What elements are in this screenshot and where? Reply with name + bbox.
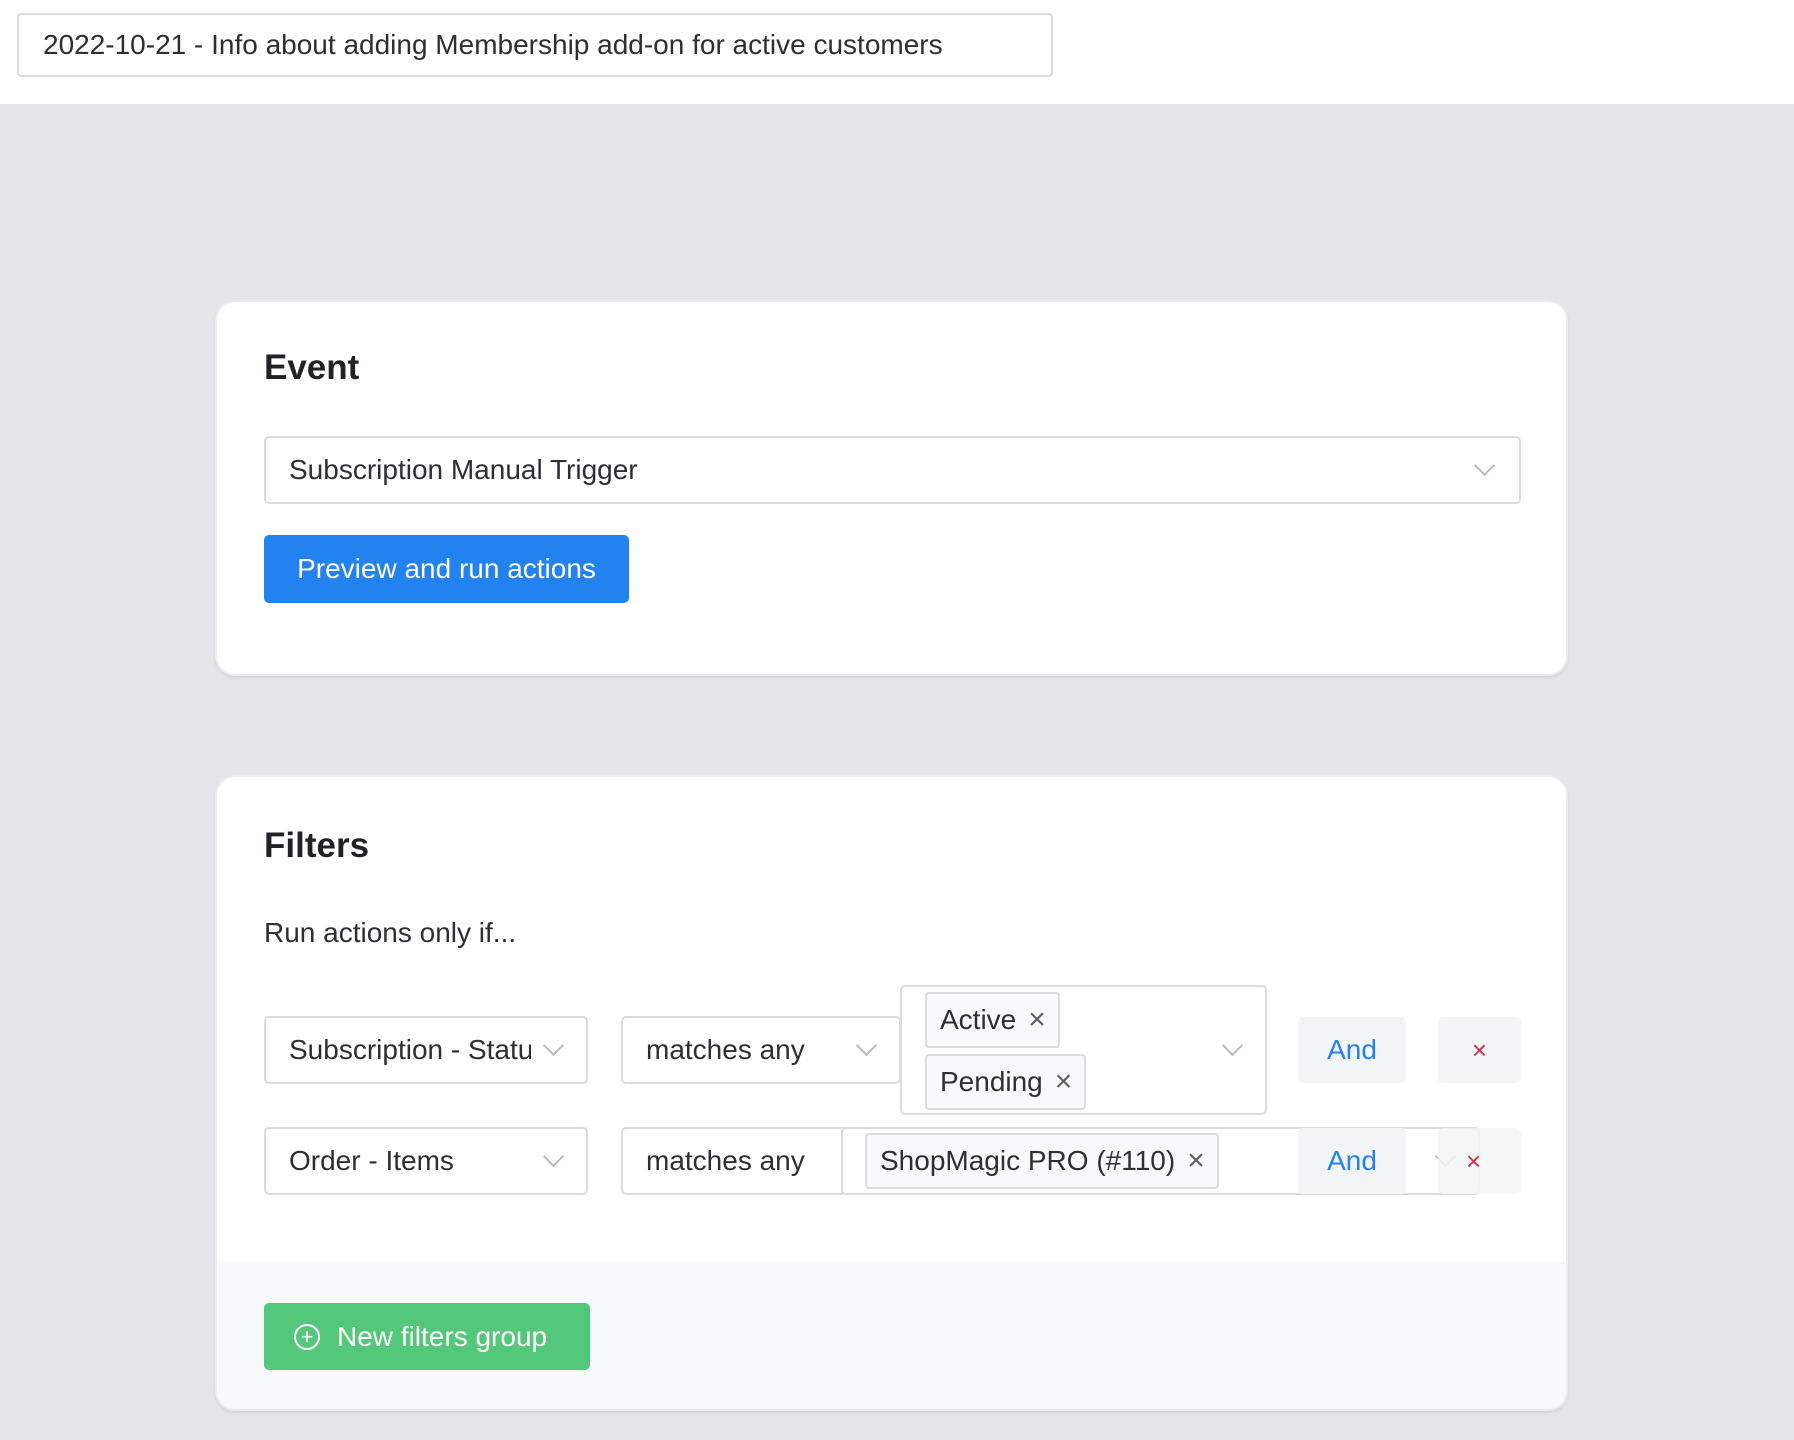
remove-tag-icon[interactable]: × [1187, 1146, 1205, 1176]
top-bar [0, 0, 1794, 104]
automation-title-input[interactable] [17, 13, 1053, 77]
event-select[interactable]: Subscription Manual Trigger [264, 436, 1521, 504]
and-button[interactable]: And [1298, 1128, 1406, 1194]
filter-operator-select[interactable]: matches any [621, 1016, 901, 1084]
chevron-down-icon [542, 1145, 565, 1168]
remove-filter-button[interactable]: × [1438, 1128, 1521, 1194]
remove-tag-icon[interactable]: × [1055, 1067, 1073, 1097]
filter-values-multiselect[interactable]: Active × Pending × [900, 985, 1267, 1115]
value-tag: Active × [925, 992, 1060, 1048]
filter-field-value: Order - Items [289, 1145, 454, 1176]
filters-subtitle: Run actions only if... [264, 917, 517, 948]
filters-footer: + New filters group [217, 1262, 1566, 1409]
filter-operator-select[interactable]: matches any [621, 1127, 851, 1195]
filter-field-value: Subscription - Status [289, 1034, 531, 1065]
filter-field-select[interactable]: Subscription - Status [264, 1016, 588, 1084]
plus-circle-icon: + [294, 1323, 320, 1350]
chevron-down-icon [855, 1034, 878, 1057]
event-card: Event Subscription Manual Trigger Previe… [215, 300, 1568, 676]
remove-filter-button[interactable]: × [1438, 1017, 1521, 1083]
new-filters-group-label: New filters group [337, 1320, 548, 1352]
filter-operator-value: matches any [646, 1034, 805, 1065]
and-button[interactable]: And [1298, 1017, 1406, 1083]
chevron-down-icon [1473, 454, 1496, 477]
new-filters-group-button[interactable]: + New filters group [264, 1303, 590, 1370]
filters-card: Filters Run actions only if... Subscript… [215, 775, 1568, 1411]
filter-field-select[interactable]: Order - Items [264, 1127, 588, 1195]
remove-tag-icon[interactable]: × [1028, 1005, 1046, 1035]
filter-operator-value: matches any [646, 1145, 805, 1176]
event-select-value: Subscription Manual Trigger [289, 454, 638, 485]
value-tag-label: ShopMagic PRO (#110) [880, 1145, 1176, 1176]
chevron-down-icon [542, 1034, 565, 1057]
filters-heading: Filters [264, 826, 370, 865]
value-tag-label: Active [940, 1004, 1017, 1035]
value-tag-label: Pending [940, 1066, 1043, 1097]
event-heading: Event [264, 348, 360, 387]
preview-run-actions-button[interactable]: Preview and run actions [264, 535, 629, 603]
value-tag: ShopMagic PRO (#110) × [865, 1133, 1219, 1189]
chevron-down-icon [1221, 1034, 1244, 1057]
value-tag: Pending × [925, 1054, 1087, 1110]
